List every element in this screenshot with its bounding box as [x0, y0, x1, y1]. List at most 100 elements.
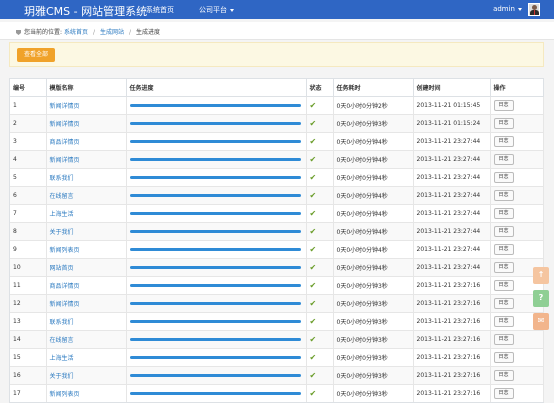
template-link[interactable]: 上海生活	[50, 355, 74, 362]
task-actions: 日志	[490, 186, 544, 205]
task-progress	[126, 294, 307, 313]
log-button[interactable]: 日志	[493, 154, 514, 165]
table-row: 6 在线留言 ✔ 0天0小时0分钟4秒 2013-11-21 23:27:44 日志	[10, 186, 544, 205]
task-progress	[126, 366, 307, 385]
view-all-button[interactable]: 查看全部	[17, 48, 56, 62]
log-button[interactable]: 日志	[493, 226, 514, 237]
template-link[interactable]: 新闻列表页	[50, 247, 80, 254]
column-header-progress[interactable]: 任务进度	[126, 79, 307, 97]
template-name: 在线留言	[46, 330, 127, 349]
table-row: 5 联系我们 ✔ 0天0小时0分钟4秒 2013-11-21 23:27:44 日志	[10, 168, 544, 187]
back-to-top-button[interactable]: ↑	[533, 267, 549, 284]
avatar[interactable]	[528, 3, 540, 16]
help-button[interactable]: ?	[533, 290, 549, 307]
chevron-down-icon[interactable]	[518, 8, 522, 11]
task-duration: 0天0小时0分钟4秒	[333, 258, 414, 277]
column-header-created[interactable]: 创建时间	[413, 79, 491, 97]
log-button[interactable]: 日志	[493, 172, 514, 183]
template-link[interactable]: 在线留言	[50, 193, 74, 200]
check-icon: ✔	[309, 317, 317, 326]
template-name: 新闻详情页	[46, 294, 127, 313]
task-progress	[126, 276, 307, 295]
feedback-button[interactable]: ✉	[533, 313, 549, 330]
task-progress	[126, 312, 307, 331]
task-id: 12	[10, 294, 47, 313]
task-actions: 日志	[490, 240, 544, 259]
table-row: 13 联系我们 ✔ 0天0小时0分钟3秒 2013-11-21 23:27:16 日志	[10, 312, 544, 331]
task-created: 2013-11-21 23:27:16	[413, 384, 491, 402]
table-row: 8 关于我们 ✔ 0天0小时0分钟4秒 2013-11-21 23:27:44 日志	[10, 222, 544, 241]
template-link[interactable]: 在线留言	[50, 337, 74, 344]
template-link[interactable]: 新闻列表页	[50, 391, 80, 398]
template-link[interactable]: 联系我们	[50, 319, 74, 326]
top-navbar: 玥雅CMS - 网站管理系统 系统首页 公司平台 admin	[0, 0, 554, 19]
breadcrumb-generate-site[interactable]: 生成网站	[100, 29, 124, 36]
table-row: 14 在线留言 ✔ 0天0小时0分钟3秒 2013-11-21 23:27:16 日志	[10, 330, 544, 349]
log-button[interactable]: 日志	[493, 298, 514, 309]
log-button[interactable]: 日志	[493, 244, 514, 255]
nav-home-link[interactable]: 系统首页	[146, 5, 174, 15]
task-duration: 0天0小时0分钟3秒	[333, 330, 414, 349]
template-link[interactable]: 商品详情页	[50, 283, 80, 290]
log-button[interactable]: 日志	[493, 118, 514, 129]
table-body: 1 新闻详情页 ✔ 0天0小时0分钟2秒 2013-11-21 01:15:45 日志 2 新…	[10, 96, 544, 402]
log-button[interactable]: 日志	[493, 280, 514, 291]
template-link[interactable]: 上海生活	[50, 211, 74, 218]
column-header-status[interactable]: 状态	[306, 79, 334, 97]
task-progress	[126, 114, 307, 133]
log-button[interactable]: 日志	[493, 388, 514, 399]
log-button[interactable]: 日志	[493, 334, 514, 345]
column-header-template[interactable]: 模版名称	[46, 79, 127, 97]
log-button[interactable]: 日志	[493, 190, 514, 201]
task-actions: 日志	[490, 384, 544, 402]
task-actions: 日志	[490, 330, 544, 349]
template-link[interactable]: 联系我们	[50, 175, 74, 182]
app-title[interactable]: 玥雅CMS - 网站管理系统	[24, 3, 147, 19]
task-id: 11	[10, 276, 47, 295]
column-header-id[interactable]: 编号	[10, 79, 47, 97]
template-link[interactable]: 商品详情页	[50, 139, 80, 146]
template-link[interactable]: 新闻详情页	[50, 103, 80, 110]
progress-bar	[129, 194, 301, 197]
column-header-duration[interactable]: 任务耗时	[333, 79, 414, 97]
task-duration: 0天0小时0分钟3秒	[333, 276, 414, 295]
log-button[interactable]: 日志	[493, 136, 514, 147]
task-status: ✔	[306, 366, 334, 385]
progress-bar	[129, 266, 301, 269]
template-link[interactable]: 关于我们	[50, 229, 74, 236]
breadcrumb-home[interactable]: 系统首页	[64, 29, 88, 36]
table-row: 11 商品详情页 ✔ 0天0小时0分钟3秒 2013-11-21 23:27:16 日志	[10, 276, 544, 295]
task-created: 2013-11-21 23:27:16	[413, 276, 491, 295]
template-link[interactable]: 新闻详情页	[50, 121, 80, 128]
nav-platform-dropdown[interactable]: 公司平台	[199, 5, 234, 15]
task-status: ✔	[306, 276, 334, 295]
task-status: ✔	[306, 132, 334, 151]
log-button[interactable]: 日志	[493, 316, 514, 327]
task-created: 2013-11-21 23:27:44	[413, 240, 491, 259]
template-link[interactable]: 新闻详情页	[50, 157, 80, 164]
task-status: ✔	[306, 186, 334, 205]
task-status: ✔	[306, 222, 334, 241]
task-progress	[126, 240, 307, 259]
template-link[interactable]: 关于我们	[50, 373, 74, 380]
nav-platform-label: 公司平台	[199, 6, 227, 14]
template-link[interactable]: 新闻详情页	[50, 301, 80, 308]
task-actions: 日志	[490, 150, 544, 169]
table-row: 3 商品详情页 ✔ 0天0小时0分钟4秒 2013-11-21 23:27:44 日志	[10, 132, 544, 151]
breadcrumb-prefix: 您当前的位置:	[24, 29, 63, 36]
table-row: 7 上海生活 ✔ 0天0小时0分钟4秒 2013-11-21 23:27:44 日志	[10, 204, 544, 223]
template-name: 网站首页	[46, 258, 127, 277]
task-status: ✔	[306, 114, 334, 133]
log-button[interactable]: 日志	[493, 262, 514, 273]
log-button[interactable]: 日志	[493, 100, 514, 111]
table-row: 16 关于我们 ✔ 0天0小时0分钟3秒 2013-11-21 23:27:16 日志	[10, 366, 544, 385]
template-name: 联系我们	[46, 312, 127, 331]
progress-bar	[129, 158, 301, 161]
user-menu[interactable]: admin	[493, 5, 515, 13]
template-link[interactable]: 网站首页	[50, 265, 74, 272]
log-button[interactable]: 日志	[493, 370, 514, 381]
task-actions: 日志	[490, 168, 544, 187]
task-status: ✔	[306, 312, 334, 331]
log-button[interactable]: 日志	[493, 352, 514, 363]
log-button[interactable]: 日志	[493, 208, 514, 219]
